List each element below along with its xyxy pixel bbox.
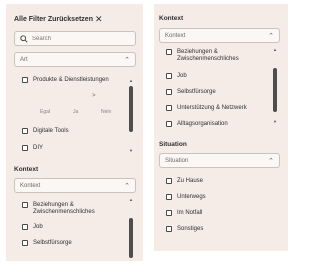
scroll-up-arrow[interactable]: ▲ [129,79,133,83]
art-select-value: Art [20,56,28,63]
segment-option-ja[interactable]: Ja [73,109,78,115]
checkbox[interactable] [166,210,172,216]
option-art-0[interactable]: Produkte & Dienstleistungen [22,77,109,84]
option-kontext-3[interactable]: Unterstützung & Netzwerk [166,105,247,112]
section-title-kontext: Kontext [14,166,39,173]
segment-option-egal[interactable]: Egal [40,109,50,115]
option-label: Digitale Tools [33,128,69,134]
option-label: Job [177,73,187,79]
kontext-select-value: Kontext [20,182,41,189]
checkbox[interactable] [166,121,172,127]
section-title-kontext: Kontext [159,15,184,22]
checkbox[interactable] [22,128,28,134]
option-situation-2[interactable]: Im Notfall [166,210,202,217]
option-art-1[interactable]: Digitale Tools [22,128,69,135]
option-label: Sonstiges [177,226,204,232]
scroll-up-arrow[interactable]: ▲ [273,48,277,52]
checkbox[interactable] [166,178,172,184]
option-situation-3[interactable]: Sonstiges [166,226,203,233]
kontext-select[interactable]: Kontext ⌃ [14,178,136,193]
option-art-2[interactable]: DIY [22,145,43,152]
search-icon [20,34,28,43]
option-kontext-0[interactable]: Beziehungen & Zwischenmenschliches [166,49,266,63]
option-label: Unterwegs [177,194,206,200]
reset-filters-button[interactable]: Alle Filter Zurücksetzen ✕ [14,14,103,24]
option-label: Alltagsorganisation [177,121,228,127]
segment-option-nein[interactable]: Nein [101,109,111,115]
section-title-situation: Situation [159,141,187,148]
situation-select-value: Situation [165,157,189,164]
kontext-select-value: Kontext [165,32,186,39]
chevron-up-icon: ⌃ [124,57,130,64]
checkbox[interactable] [22,240,28,246]
kontext-select[interactable]: Kontext ⌃ [159,28,280,43]
option-label: DIY [33,145,44,151]
chevron-up-icon: ⌃ [124,183,130,190]
segment-arrow: > [92,93,96,99]
option-kontext-2[interactable]: Selbstfürsorge [166,89,216,96]
checkbox[interactable] [166,73,172,79]
option-label: Produkte & Dienstleistungen [33,77,109,83]
option-kontext-1[interactable]: Job [166,73,187,80]
scroll-down-arrow[interactable]: ▼ [129,149,133,153]
option-label: Selbstfürsorge [177,89,216,95]
option-kontext-4[interactable]: Alltagsorganisation [166,121,228,128]
option-label: Selbstfürsorge [33,240,72,246]
option-label: Im Notfall [177,210,203,216]
chevron-up-icon: ⌃ [268,33,274,40]
reset-filters-label: Alle Filter Zurücksetzen [14,16,93,23]
checkbox[interactable] [166,89,172,95]
checkbox[interactable] [22,145,28,151]
option-kontext-1[interactable]: Job [22,224,43,231]
option-label: Beziehungen & Zwischenmenschliches [177,49,239,62]
option-label: Job [33,224,43,230]
search-field[interactable] [14,31,136,46]
checkbox[interactable] [166,49,172,55]
checkbox[interactable] [22,202,28,208]
close-icon: ✕ [94,14,103,24]
checkbox[interactable] [22,224,28,230]
option-situation-1[interactable]: Unterwegs [166,194,206,201]
checkbox[interactable] [22,77,28,83]
option-label: Beziehungen & Zwischenmenschliches [33,202,95,215]
situation-select[interactable]: Situation ⌃ [159,153,280,168]
checkbox[interactable] [166,194,172,200]
scrollbar-thumb[interactable] [129,218,133,258]
option-label: Zu Hause [177,178,204,184]
search-input[interactable] [32,35,112,42]
scroll-down-arrow[interactable]: ▼ [273,120,277,124]
checkbox[interactable] [166,226,172,232]
option-situation-0[interactable]: Zu Hause [166,178,203,185]
art-select[interactable]: Art ⌃ [14,52,136,67]
checkbox[interactable] [166,105,172,111]
option-label: Unterstützung & Netzwerk [177,105,247,111]
chevron-up-icon: ⌃ [268,158,274,165]
scrollbar-thumb[interactable] [129,86,133,132]
option-kontext-2[interactable]: Selbstfürsorge [22,240,72,247]
option-kontext-0[interactable]: Beziehungen & Zwischenmenschliches [22,202,126,216]
scrollbar-thumb[interactable] [273,68,277,112]
scroll-up-arrow[interactable]: ▲ [129,198,133,202]
